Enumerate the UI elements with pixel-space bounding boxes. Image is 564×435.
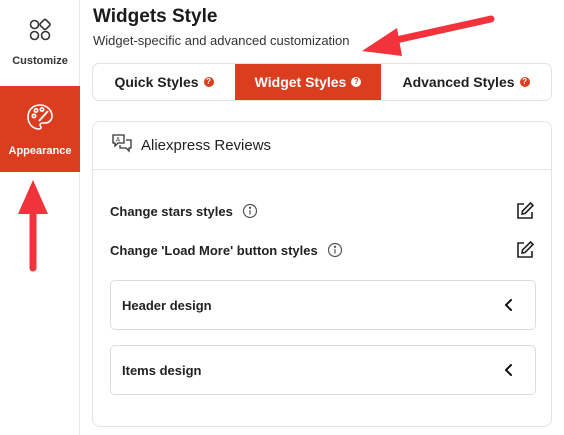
info-icon[interactable] — [242, 203, 258, 219]
arrow-to-widget-styles-tab — [362, 15, 495, 56]
panel-header: A Aliexpress Reviews — [93, 122, 551, 170]
sidebar-item-label: Appearance — [8, 144, 72, 157]
tab-advanced-styles[interactable]: Advanced Styles ? — [381, 64, 551, 100]
accordion-items-design[interactable]: Items design — [110, 345, 536, 395]
accordion-label: Header design — [122, 297, 212, 313]
panel-title: Aliexpress Reviews — [141, 137, 272, 154]
help-icon[interactable]: ? — [351, 77, 362, 87]
reviews-widget-icon: A — [111, 132, 133, 159]
accordion-label: Items design — [122, 362, 202, 378]
tab-label: Quick Styles — [114, 74, 199, 90]
load-more-style-row: Change 'Load More' button styles — [110, 238, 536, 262]
page-subtitle: Widget-specific and advanced customizati… — [93, 33, 350, 48]
info-icon[interactable] — [327, 242, 343, 258]
palette-icon — [25, 102, 55, 137]
edit-icon[interactable] — [514, 239, 536, 266]
widget-panel: A Aliexpress Reviews Change stars styles… — [92, 121, 552, 427]
sidebar-item-appearance[interactable]: Appearance — [0, 86, 80, 172]
row-label: Change stars styles — [110, 203, 233, 219]
grid-apps-icon — [28, 18, 52, 47]
style-tabs: Quick Styles ? Widget Styles ? Advanced … — [92, 63, 552, 101]
sidebar-item-customize[interactable]: Customize — [0, 0, 80, 84]
sidebar-item-label: Customize — [12, 54, 68, 67]
stars-style-row: Change stars styles — [110, 199, 536, 223]
chevron-left-icon[interactable] — [501, 362, 517, 383]
help-icon[interactable]: ? — [203, 77, 214, 87]
tab-label: Advanced Styles — [402, 74, 515, 90]
row-label: Change 'Load More' button styles — [110, 242, 318, 258]
tab-widget-styles[interactable]: Widget Styles ? — [235, 64, 381, 100]
accordion-header-design[interactable]: Header design — [110, 280, 536, 330]
help-icon[interactable]: ? — [519, 77, 530, 87]
edit-icon[interactable] — [514, 200, 536, 227]
page-title: Widgets Style — [93, 6, 218, 27]
tab-label: Widget Styles — [254, 74, 347, 90]
sidebar: Customize Appearance — [0, 0, 80, 435]
tab-quick-styles[interactable]: Quick Styles ? — [93, 64, 235, 100]
chevron-left-icon[interactable] — [501, 297, 517, 318]
